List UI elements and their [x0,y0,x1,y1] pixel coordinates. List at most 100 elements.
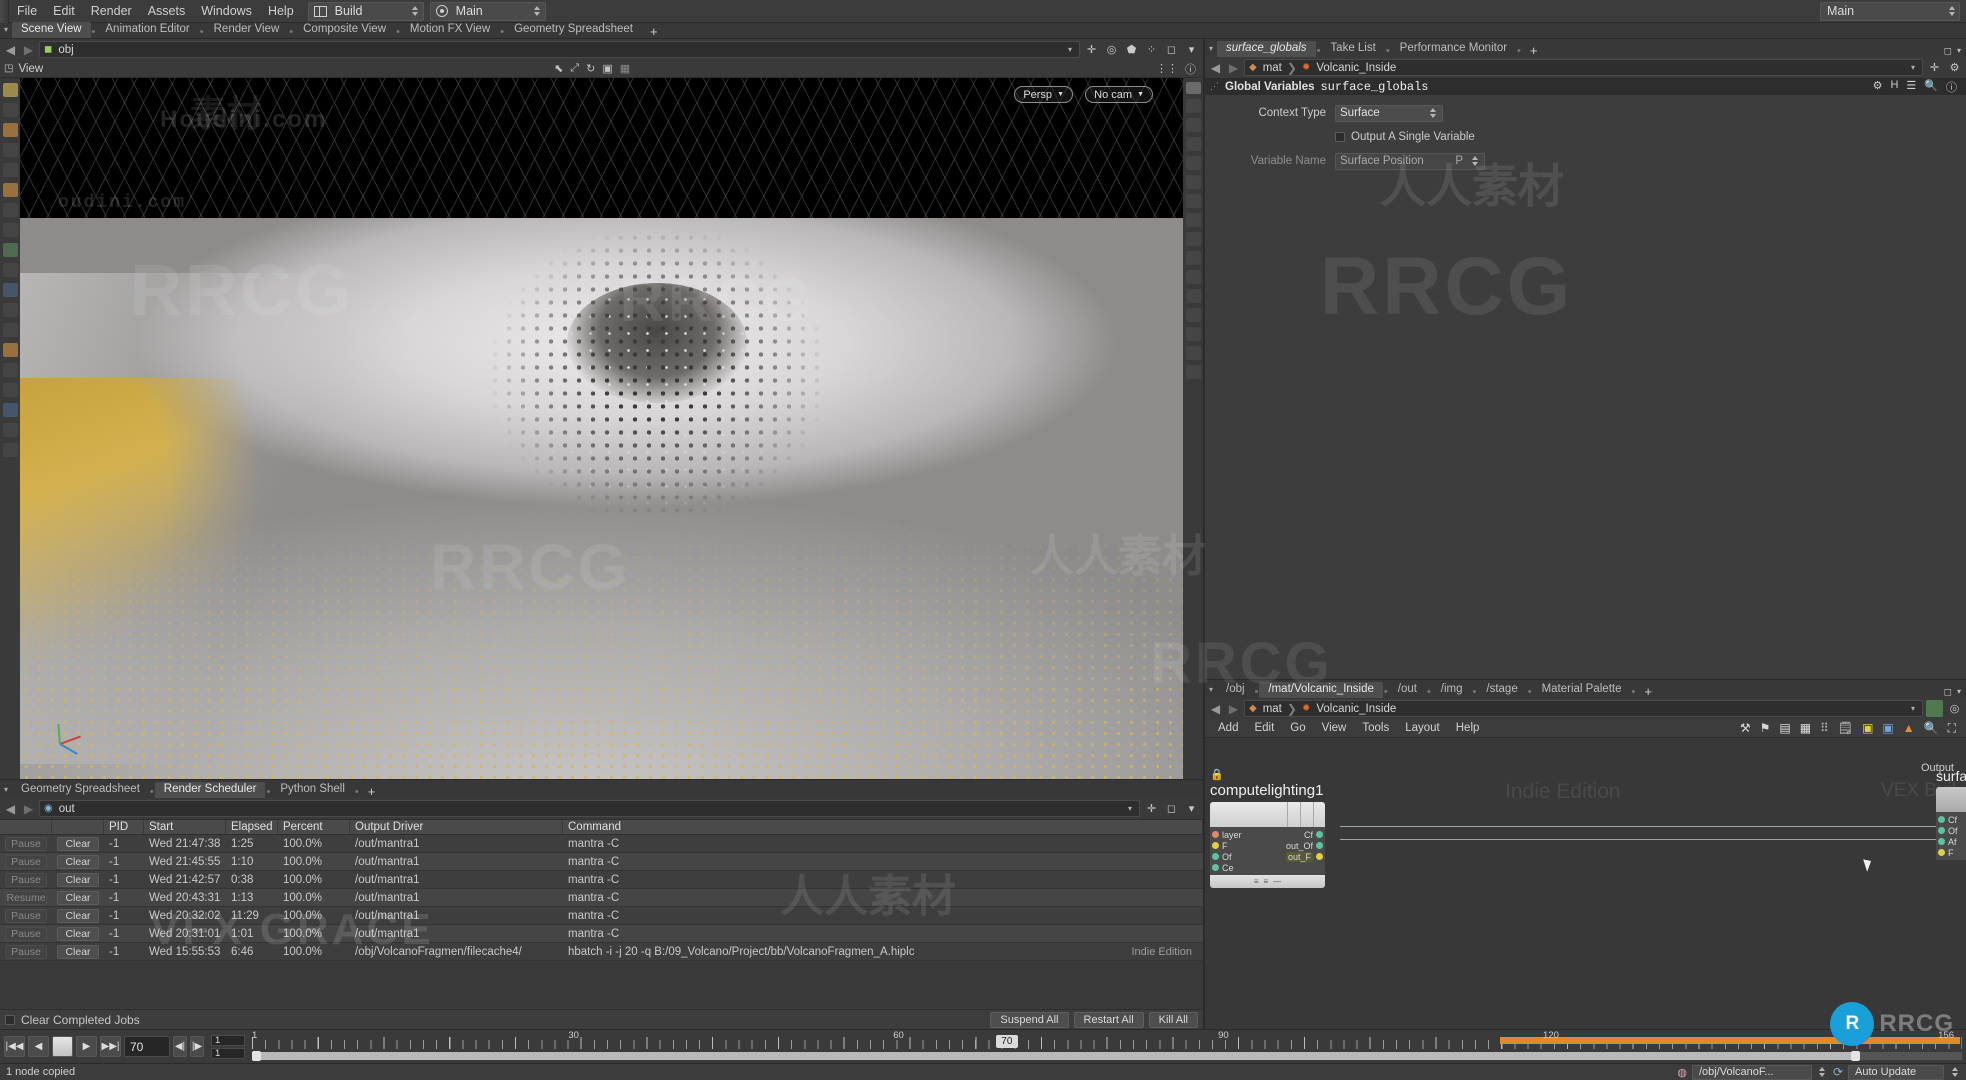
snap-icon[interactable]: ▣ [602,62,612,75]
menu-render[interactable]: Render [83,2,140,20]
net-dots-grid-icon[interactable]: ⠿ [1820,721,1829,735]
rs-path-input[interactable]: ◉ out ▾ [39,800,1140,817]
output-dot-out-f[interactable] [1316,853,1323,860]
scene-path-input[interactable]: ◼ obj ▾ [39,41,1080,58]
rs-back-icon[interactable]: ◀ [3,802,18,816]
tool-camera-icon[interactable] [2,443,18,457]
parm-pin-icon[interactable]: ✛ [1926,59,1943,76]
restart-all-button[interactable]: Restart All [1073,1011,1144,1028]
net-menu-help[interactable]: Help [1449,721,1487,735]
right-input-dot-cf[interactable] [1938,816,1945,823]
network-path-input[interactable]: ◆ mat ❯ ✹ Volcanic_Inside ▾ [1244,700,1923,717]
tool-handle-icon[interactable] [2,163,18,177]
select-tool-icon[interactable]: ⬉ [554,62,563,75]
input-dot-layer[interactable] [1212,831,1219,838]
net-path-dropdown-icon[interactable]: ▾ [1911,704,1918,713]
node-topbar[interactable] [1210,802,1325,827]
clear-button[interactable]: Clear [57,836,99,851]
parm-pane-menu-icon[interactable]: ▾ [1957,46,1961,57]
prev-key-button[interactable]: ◀| [173,1036,187,1057]
tab-scene-view[interactable]: Scene View [12,22,91,38]
tool-paint-icon[interactable] [2,223,18,237]
net-flag-icon[interactable]: ⚑ [1760,721,1771,735]
menubar-grip[interactable] [0,0,9,23]
viewport-settings-icon[interactable] [1185,365,1201,379]
pin-icon[interactable]: ✛ [1083,41,1100,58]
clear-button[interactable]: Clear [57,890,99,905]
net-menu-edit[interactable]: Edit [1247,721,1281,735]
tab-geometry-spreadsheet-bottom[interactable]: Geometry Spreadsheet [12,782,149,798]
parm-gear-icon[interactable]: ⚙ [1946,59,1963,76]
variable-name-menu[interactable]: Surface Position P [1335,152,1485,170]
tab-stage[interactable]: /stage [1477,682,1526,698]
view-tool-icon[interactable]: ↻ [586,62,595,75]
parm-back-icon[interactable]: ◀ [1208,61,1223,75]
rs-pane-menu-icon[interactable]: ▾ [1183,800,1200,817]
net-menu-go[interactable]: Go [1283,721,1312,735]
right-desktop-spinner[interactable] [1946,6,1957,16]
parm-search-icon[interactable]: 🔍 [1924,79,1938,95]
clear-button[interactable]: Clear [57,872,99,887]
node-surface-output[interactable]: surfa Cf Of Af F [1936,768,1966,860]
desktop-spinner[interactable] [410,6,421,16]
timeline-scrollbar-left-handle[interactable] [252,1050,261,1061]
clear-button[interactable]: Clear [57,908,99,923]
parm-crumb-node[interactable]: Volcanic_Inside [1313,62,1399,74]
menu-help[interactable]: Help [260,2,302,20]
output-single-checkbox[interactable] [1335,132,1345,142]
timeline-scrollbar[interactable] [252,1050,1962,1061]
display-options-icon[interactable]: ⋮⋮ [1156,62,1178,75]
xray-icon[interactable] [1185,194,1201,208]
guides-icon[interactable] [1185,213,1201,227]
net-tab-menu-icon[interactable]: ▾ [1205,682,1217,698]
pane-tab-menu-icon[interactable]: ▾ [0,22,12,38]
pause-button[interactable]: Pause [5,908,47,923]
viewport-layout-selector[interactable]: Main [429,1,546,21]
table-row[interactable]: Pause Clear -1 Wed 20:32:02 11:29 100.0%… [0,907,1203,925]
viewport-canvas[interactable]: Houdini.com oudini.com Persp ▼ No cam ▼ [20,78,1183,779]
net-expand-icon[interactable]: ⛶ [1948,721,1956,736]
parm-history-icon[interactable]: H [1890,79,1898,95]
resolution-icon[interactable] [1185,251,1201,265]
net-menu-add[interactable]: Add [1211,721,1245,735]
parm-forward-icon[interactable]: ▶ [1226,61,1241,75]
frame-all-icon[interactable] [1185,289,1201,303]
node-chip-spinner[interactable] [1817,1067,1828,1077]
net-pane-menu-icon[interactable]: ▾ [1957,687,1961,698]
skip-to-start-button[interactable]: |◀◀ [4,1036,25,1057]
net-orange-node-icon[interactable]: ▲ [1903,721,1915,735]
viewport-layout-spinner[interactable] [532,6,543,16]
tool-soft-icon[interactable] [2,323,18,337]
right-node-port[interactable]: F [1936,847,1966,858]
range-start-field[interactable]: 1 [211,1034,245,1046]
rs-pin-icon[interactable]: ✛ [1143,800,1160,817]
tool-rotate-icon[interactable] [2,123,18,137]
node-footer[interactable]: ≡ ≡ — [1210,875,1325,888]
node-flag-display-icon[interactable]: ≡ [1254,877,1259,886]
update-mode-spinner[interactable] [1949,1067,1960,1077]
viewport-thumbnail-icon[interactable] [1185,82,1201,94]
tool-edit-icon[interactable] [2,283,18,297]
parm-path-dropdown-icon[interactable]: ▾ [1911,63,1918,72]
timeline-track[interactable]: 1 30 60 90 120 156 70 [252,1030,1962,1061]
stop-button[interactable] [52,1036,73,1057]
node-computelighting1[interactable]: 🔒 computelighting1 layer Cf F out_Of Of … [1210,768,1325,888]
viewport-view-mode-dropdown[interactable]: Persp ▼ [1014,86,1073,103]
desktop-selector[interactable]: Build [307,1,424,21]
tool-group-icon[interactable] [2,363,18,377]
table-row[interactable]: Pause Clear -1 Wed 15:55:53 6:46 100.0% … [0,943,1203,961]
right-input-dot-of[interactable] [1938,827,1945,834]
timeline-scrollbar-right-handle[interactable] [1850,1050,1860,1061]
net-menu-view[interactable]: View [1315,721,1354,735]
menu-edit[interactable]: Edit [45,2,83,20]
viewport-camera-dropdown[interactable]: No cam ▼ [1085,86,1153,103]
forward-icon[interactable]: ▶ [21,43,36,57]
output-single-variable-toggle[interactable]: Output A Single Variable [1335,131,1475,143]
next-key-button[interactable]: |▶ [190,1036,204,1057]
clear-button[interactable]: Clear [57,926,99,941]
back-icon[interactable]: ◀ [3,43,18,57]
right-input-dot-af[interactable] [1938,838,1945,845]
step-back-button[interactable]: ◀ [28,1036,49,1057]
tool-surface-icon[interactable] [2,243,18,257]
right-node-port[interactable]: Of [1936,825,1966,836]
